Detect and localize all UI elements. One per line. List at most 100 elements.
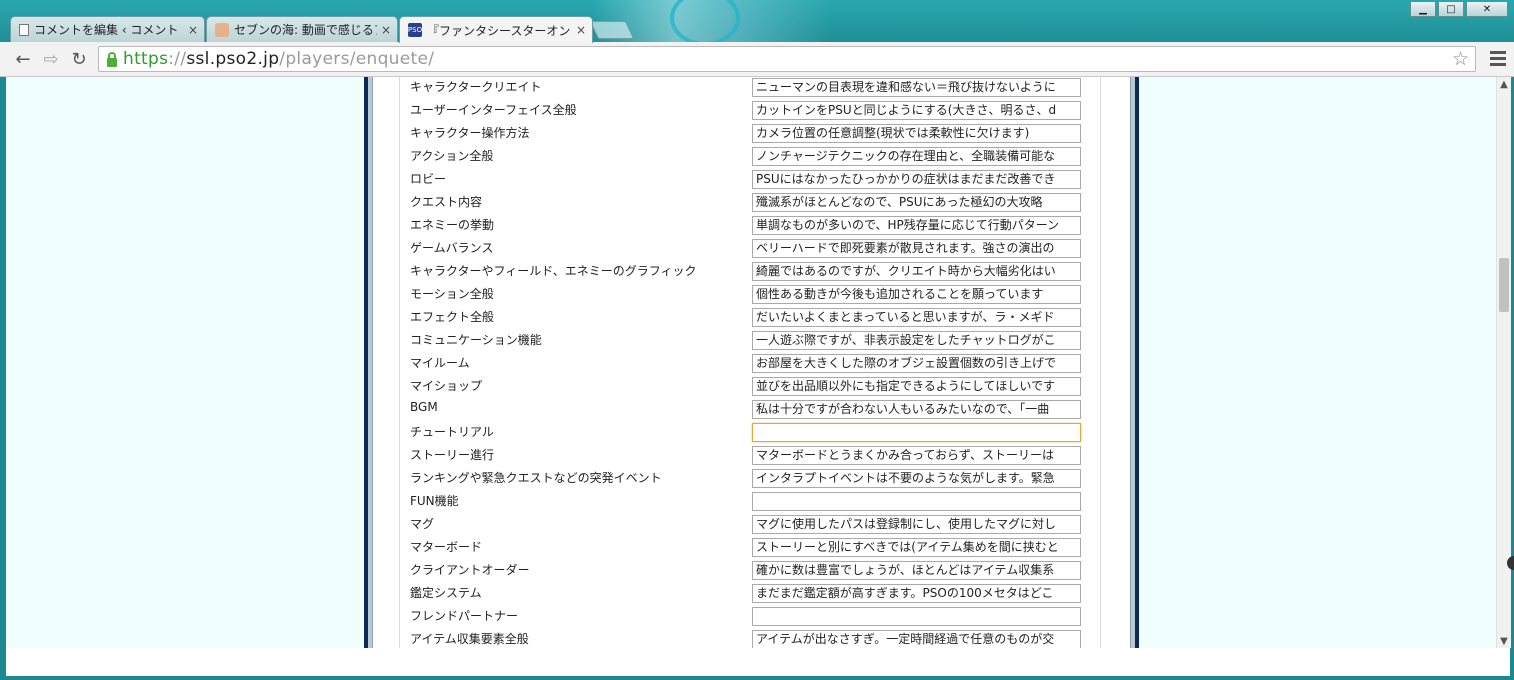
comment-input[interactable]: 個性ある動きが今後も追加されることを願っています <box>752 285 1081 304</box>
reload-icon[interactable]: ↻ <box>68 48 90 70</box>
page-viewport: キャラクタークリエイト ニューマンの目表現を違和感ない＝飛び抜けないようにユーザー… <box>6 77 1496 648</box>
form-row-label: チュートリアル <box>410 425 494 439</box>
comment-input[interactable]: 確かに数は豊富でしょうが、ほとんどはアイテム収集系 <box>752 561 1081 580</box>
form-row: クエスト内容 殲滅系がほとんどなので、PSUにあった極幻の大攻略 <box>400 192 1100 215</box>
comment-input[interactable] <box>752 492 1081 511</box>
document-icon <box>19 23 29 36</box>
form-row-label: キャラクター操作方法 <box>410 126 530 140</box>
form-row-label: アイテム収集要素全般 <box>410 632 529 646</box>
tab-pso2-enquete[interactable]: PSO 『ファンタシースターオンラ × <box>399 16 593 43</box>
form-row: BGM 私は十分ですが合わない人もいるみたいなので、「一曲 <box>400 399 1100 422</box>
comment-input[interactable]: マグに使用したパスは登録制にし、使用したマグに対し <box>752 515 1081 534</box>
comment-input[interactable]: カットインをPSUと同じようにする(大きさ、明るさ、d <box>752 101 1081 120</box>
form-row: キャラクター操作方法 カメラ位置の任意調整(現状では柔軟性に欠けます) <box>400 123 1100 146</box>
forward-icon[interactable]: ⇨ <box>40 48 62 70</box>
comment-input[interactable]: 並びを出品順以外にも指定できるようにしてほしいです <box>752 377 1081 396</box>
form-row-label: ランキングや緊急クエストなどの突発イベント <box>410 471 662 485</box>
form-row-label: クライアントオーダー <box>410 563 530 577</box>
form-row-label: キャラクタークリエイト <box>410 80 542 94</box>
form-row-label: クエスト内容 <box>410 195 483 209</box>
form-row: ストーリー進行 マターボードとうまくかみ合っておらず、ストーリーは <box>400 445 1100 468</box>
browser-toolbar: ← ⇨ ↻ https://ssl.pso2.jp/players/enquet… <box>0 42 1514 77</box>
title-bar: ▁ □ ✕ コメントを編集 ‹ コメント × セブンの海: 動画で感じるア × … <box>0 0 1514 46</box>
form-row: チュートリアル <box>400 422 1100 445</box>
form-row: エネミーの挙動 単調なものが多いので、HP残存量に応じて行動パターン <box>400 215 1100 238</box>
form-row-label: ストーリー進行 <box>410 448 495 462</box>
comment-input[interactable]: カメラ位置の任意調整(現状では柔軟性に欠けます) <box>752 124 1081 143</box>
form-row-label: エネミーの挙動 <box>410 218 495 232</box>
close-window-button[interactable]: ✕ <box>1466 1 1508 17</box>
form-row: ロビー PSUにはなかったひっかかりの症状はまだまだ改善でき <box>400 169 1100 192</box>
form-row: キャラクターやフィールド、エネミーのグラフィック 綺麗ではあるのですが、クリエイト… <box>400 261 1100 284</box>
comment-input[interactable]: 私は十分ですが合わない人もいるみたいなので、「一曲 <box>752 400 1081 419</box>
maximize-button[interactable]: □ <box>1438 1 1464 17</box>
tab-anime-blog[interactable]: セブンの海: 動画で感じるア × <box>206 16 398 42</box>
comment-input[interactable]: 綺麗ではあるのですが、クリエイト時から大幅劣化はい <box>752 262 1081 281</box>
scroll-up-icon[interactable]: ▲ <box>1497 77 1511 91</box>
form-row: FUN機能 <box>400 491 1100 514</box>
comment-input[interactable]: マターボードとうまくかみ合っておらず、ストーリーは <box>752 446 1081 465</box>
form-row-label: ゲームバランス <box>410 241 494 255</box>
comment-input[interactable]: 単調なものが多いので、HP残存量に応じて行動パターン <box>752 216 1081 235</box>
tab-title: セブンの海: 動画で感じるア <box>234 23 377 37</box>
anime-favicon-icon <box>215 22 229 37</box>
pso2-favicon-icon: PSO <box>408 23 422 37</box>
form-row: コミュニケーション機能 一人遊ぶ際ですが、非表示設定をしたチャットログがこ <box>400 330 1100 353</box>
form-row: ユーザーインターフェイス全般 カットインをPSUと同じようにする(大きさ、明るさ、… <box>400 100 1100 123</box>
browser-window: ▁ □ ✕ コメントを編集 ‹ コメント × セブンの海: 動画で感じるア × … <box>0 0 1514 680</box>
comment-input[interactable]: アイテムが出なさすぎ。一定時間経過で任意のものが交 <box>752 630 1081 648</box>
form-row-label: マターボード <box>410 540 483 554</box>
window-controls: ▁ □ ✕ <box>1410 1 1508 17</box>
comment-input[interactable]: ノンチャージテクニックの存在理由と、全職装備可能な <box>752 147 1081 166</box>
tab-title: 『ファンタシースターオンラ <box>427 23 572 38</box>
close-tab-icon[interactable]: × <box>576 23 586 37</box>
scroll-down-icon[interactable]: ▼ <box>1497 634 1511 648</box>
form-row-label: アクション全般 <box>410 149 494 163</box>
comment-input[interactable]: ニューマンの目表現を違和感ない＝飛び抜けないように <box>752 78 1081 97</box>
comment-input[interactable]: 殲滅系がほとんどなので、PSUにあった極幻の大攻略 <box>752 193 1081 212</box>
comment-input[interactable]: まだまだ鑑定額が高すぎます。PSOの100メセタはどこ <box>752 584 1081 603</box>
form-row: キャラクタークリエイト ニューマンの目表現を違和感ない＝飛び抜けないように <box>400 77 1100 100</box>
close-tab-icon[interactable]: × <box>188 23 198 37</box>
address-bar[interactable]: https://ssl.pso2.jp/players/enquete/ ☆ <box>98 46 1476 72</box>
lock-icon <box>107 51 117 67</box>
form-row: エフェクト全般 だいたいよくまとまっていると思いますが、ラ・メギド <box>400 307 1100 330</box>
form-row-label: コミュニケーション機能 <box>410 333 542 347</box>
form-row: フレンドパートナー <box>400 606 1100 629</box>
tab-title: コメントを編集 ‹ コメント <box>34 23 179 37</box>
comment-input[interactable] <box>752 607 1081 626</box>
tab-comment-edit[interactable]: コメントを編集 ‹ コメント × <box>10 16 205 42</box>
comment-input[interactable]: 一人遊ぶ際ですが、非表示設定をしたチャットログがこ <box>752 331 1081 350</box>
bookmark-star-icon[interactable]: ☆ <box>1452 48 1469 70</box>
form-row: マイルーム お部屋を大きくした際のオブジェ設置個数の引き上げで <box>400 353 1100 376</box>
comment-input[interactable]: お部屋を大きくした際のオブジェ設置個数の引き上げで <box>752 354 1081 373</box>
form-row-label: キャラクターやフィールド、エネミーのグラフィック <box>410 264 697 278</box>
form-row: マイショップ 並びを出品順以外にも指定できるようにしてほしいです <box>400 376 1100 399</box>
survey-form: キャラクタークリエイト ニューマンの目表現を違和感ない＝飛び抜けないようにユーザー… <box>399 77 1101 648</box>
menu-icon[interactable] <box>1490 48 1506 68</box>
form-row: アクション全般 ノンチャージテクニックの存在理由と、全職装備可能な <box>400 146 1100 169</box>
form-row: アイテム収集要素全般 アイテムが出なさすぎ。一定時間経過で任意のものが交 <box>400 629 1100 648</box>
form-row-label: マイルーム <box>410 356 470 370</box>
form-row-label: マイショップ <box>410 379 483 393</box>
form-row-label: 鑑定システム <box>410 586 482 600</box>
side-widget-edge <box>1507 556 1514 570</box>
form-row: マターボード ストーリーと別にすべきでは(アイテム集めを間に挟むと <box>400 537 1100 560</box>
comment-input[interactable] <box>752 423 1081 442</box>
form-row-label: エフェクト全般 <box>410 310 495 324</box>
form-row-label: FUN機能 <box>410 494 459 508</box>
form-row-label: ロビー <box>410 172 447 186</box>
form-row-label: フレンドパートナー <box>410 609 519 623</box>
comment-input[interactable]: だいたいよくまとまっていると思いますが、ラ・メギド <box>752 308 1081 327</box>
comment-input[interactable]: PSUにはなかったひっかかりの症状はまだまだ改善でき <box>752 170 1081 189</box>
scrollbar-thumb[interactable] <box>1499 258 1509 312</box>
form-row: ランキングや緊急クエストなどの突発イベント インタラプトイベントは不要のような気が… <box>400 468 1100 491</box>
form-row-label: モーション全般 <box>410 287 494 301</box>
comment-input[interactable]: ストーリーと別にすべきでは(アイテム集めを間に挟むと <box>752 538 1081 557</box>
comment-input[interactable]: インタラプトイベントは不要のような気がします。緊急 <box>752 469 1081 488</box>
form-row: マグ マグに使用したパスは登録制にし、使用したマグに対し <box>400 514 1100 537</box>
back-icon[interactable]: ← <box>12 48 34 70</box>
close-tab-icon[interactable]: × <box>381 23 391 37</box>
comment-input[interactable]: ベリーハードで即死要素が散見されます。強さの演出の <box>752 239 1081 258</box>
minimize-button[interactable]: ▁ <box>1410 1 1436 17</box>
